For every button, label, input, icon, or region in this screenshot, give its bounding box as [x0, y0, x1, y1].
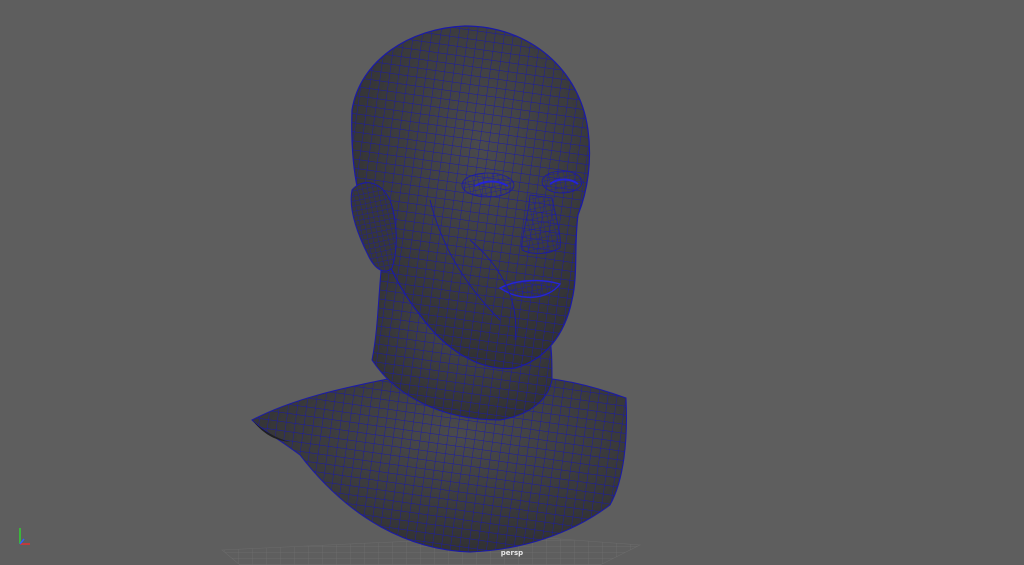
camera-label: persp [500, 549, 524, 557]
persp-viewport[interactable]: persp [0, 0, 1024, 565]
axis-gizmo-icon [19, 528, 30, 545]
viewport-scene[interactable] [0, 0, 1024, 565]
